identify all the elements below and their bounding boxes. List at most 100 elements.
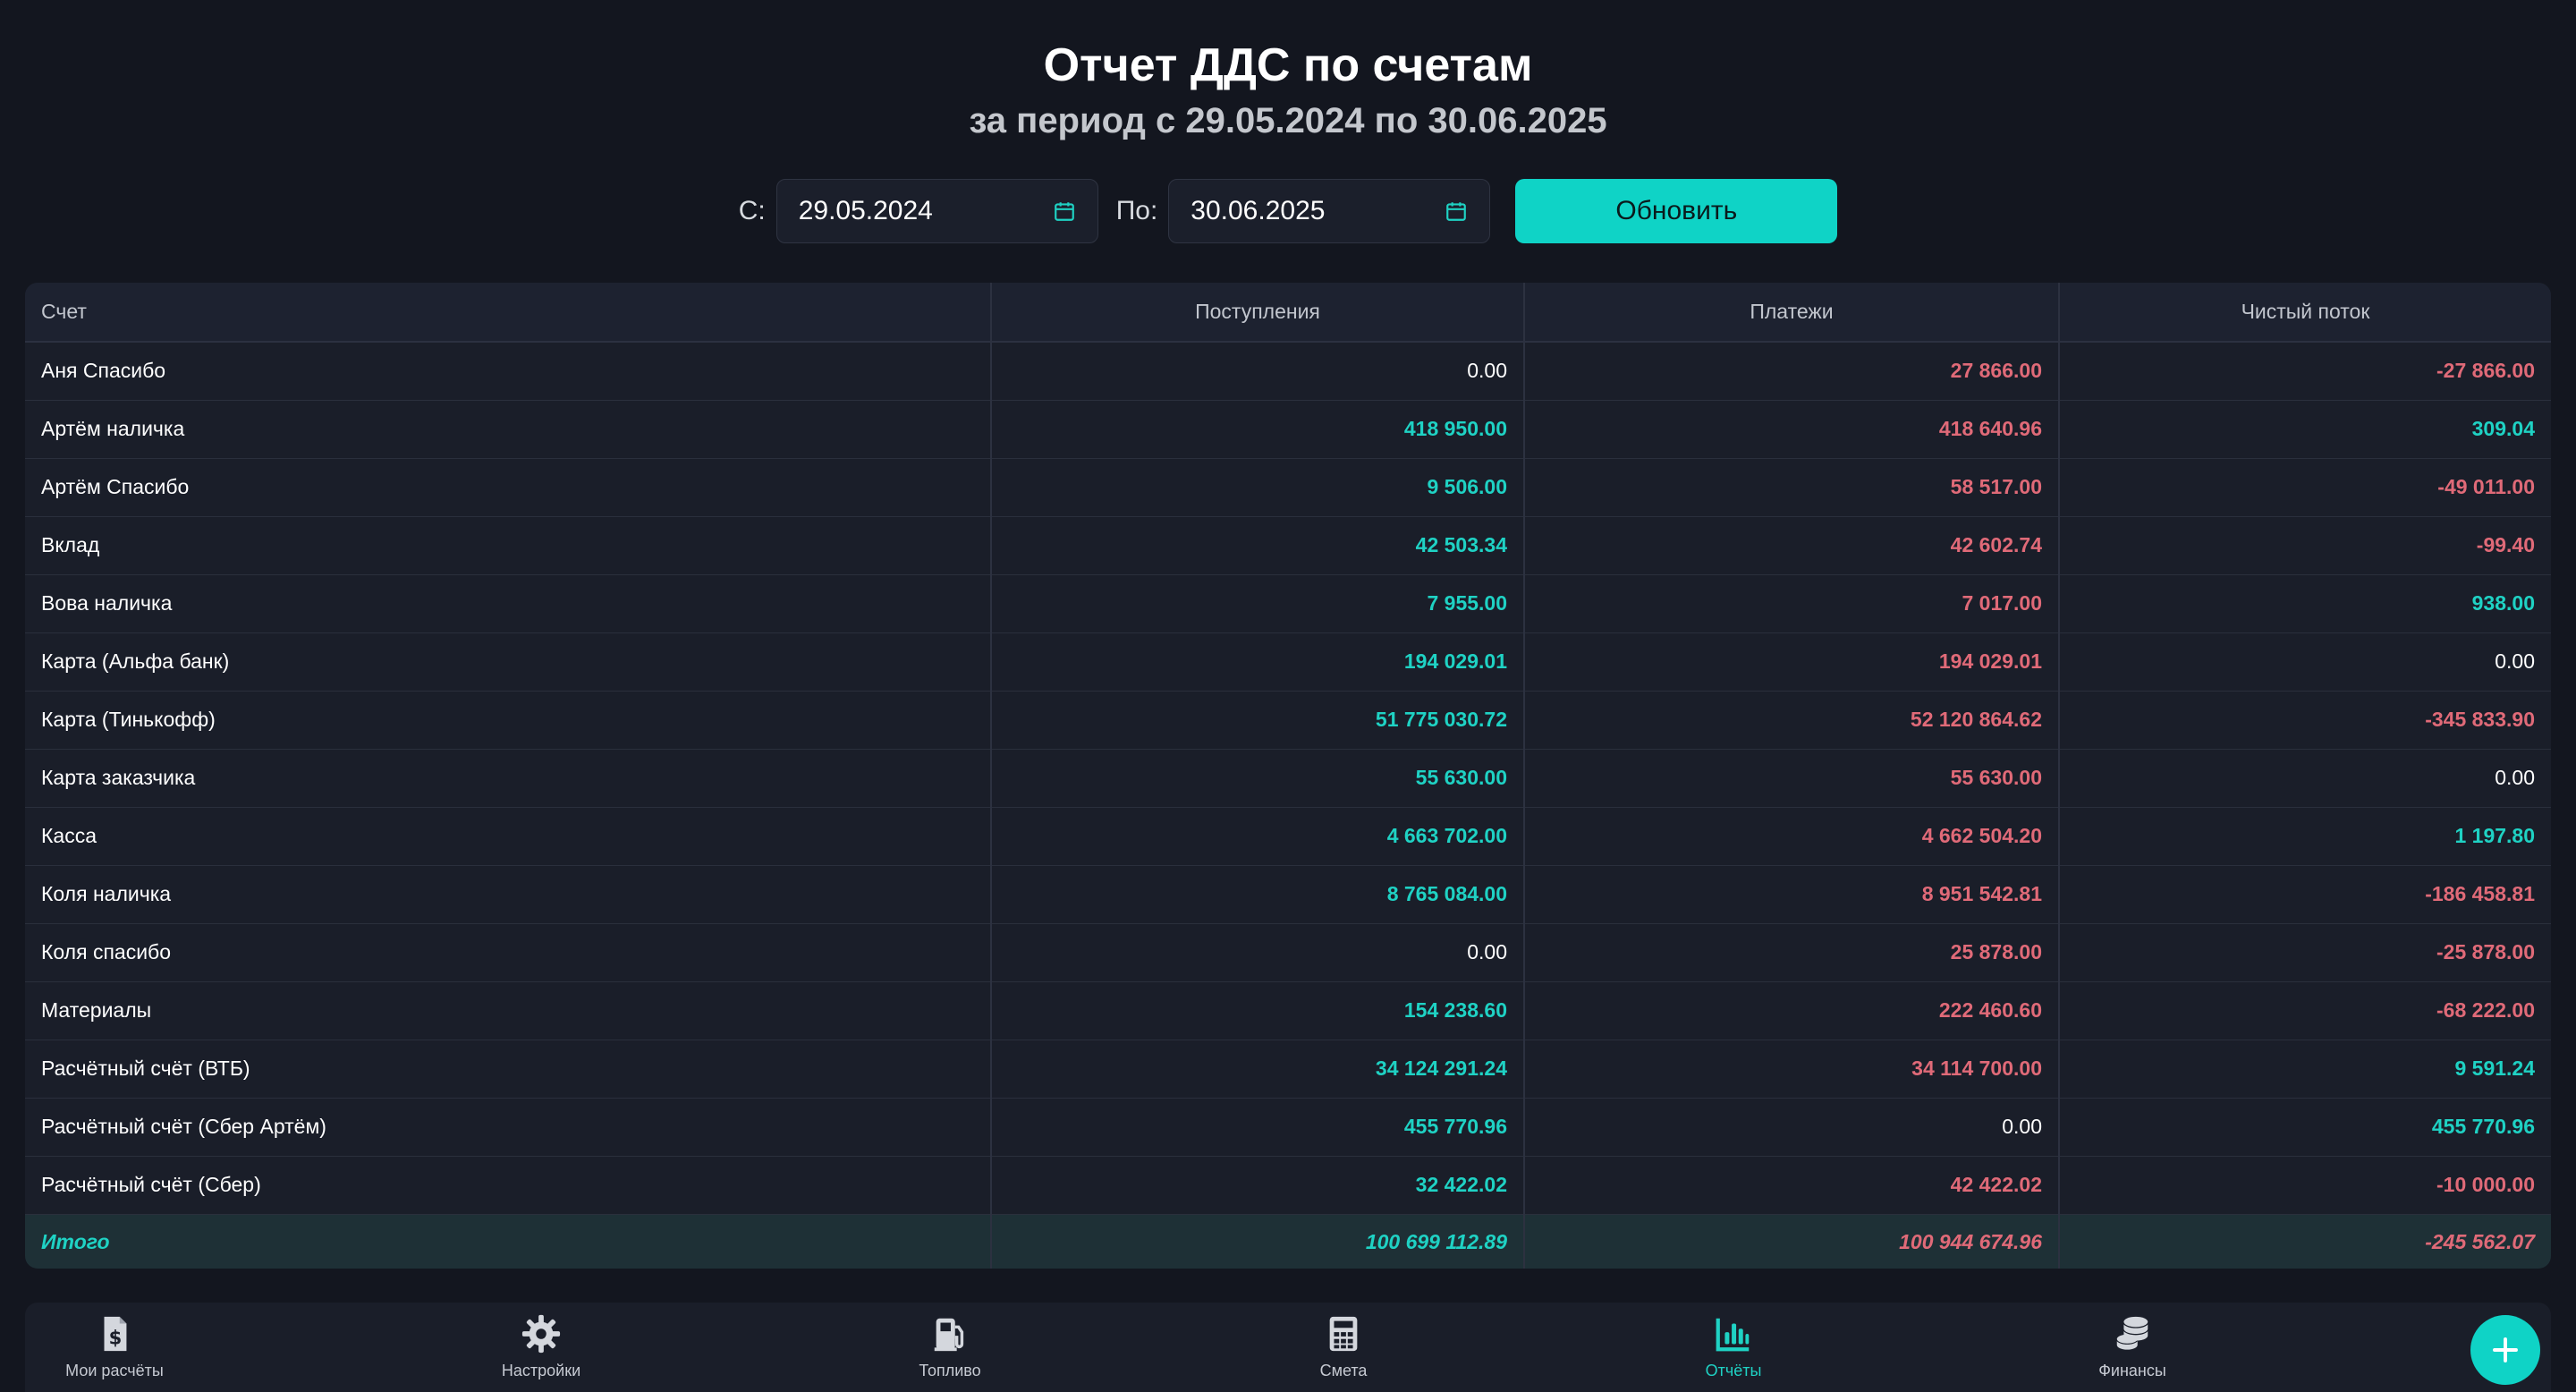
net-flow-cell: -25 878.00 [2058,923,2551,982]
payments-cell: 55 630.00 [1523,749,2059,808]
account-name-cell: Коля спасибо [25,923,991,982]
nav-label: Настройки [501,1362,581,1379]
payments-cell: 194 029.01 [1523,632,2059,692]
to-date-input[interactable] [1191,196,1424,226]
refresh-button[interactable]: Обновить [1515,179,1838,243]
payments-cell: 100 944 674.96 [1523,1214,2059,1269]
nav-item-settings[interactable]: Настройки [452,1313,631,1388]
account-name-cell: Вклад [25,516,991,575]
nav-item-fuel[interactable]: Топливо [860,1313,1039,1388]
net-flow-cell: -10 000.00 [2058,1156,2551,1215]
payments-cell: 25 878.00 [1523,923,2059,982]
from-label: С: [738,196,766,225]
page-subtitle: за период с 29.05.2024 по 30.06.2025 [969,101,1607,140]
nav-item-my-calculations[interactable]: $ Мои расчёты [25,1313,204,1388]
table-row: Карта заказчика 55 630.00 55 630.00 0.00 [25,749,2551,808]
nav-item-estimate[interactable]: Смета [1254,1313,1433,1388]
net-flow-cell: -186 458.81 [2058,865,2551,924]
nav-label: Топливо [919,1362,981,1379]
account-name-cell: Коля наличка [25,865,991,924]
to-label: По: [1115,196,1158,225]
account-name-cell: Карта (Альфа банк) [25,632,991,692]
net-flow-cell: -99.40 [2058,516,2551,575]
table-row: Расчётный счёт (Сбер Артём) 455 770.96 0.0… [25,1098,2551,1157]
payments-cell: 42 422.02 [1523,1156,2059,1215]
column-header-account[interactable]: Счет [25,283,991,343]
account-name-cell: Итого [25,1214,991,1269]
account-name-cell: Расчётный счёт (Сбер Артём) [25,1098,991,1157]
to-date-field[interactable] [1168,179,1491,243]
payments-cell: 0.00 [1523,1098,2059,1157]
column-header-income[interactable]: Поступления [990,283,1524,343]
payments-cell: 27 866.00 [1523,342,2059,401]
table-row: Артём наличка 418 950.00 418 640.96 309.04 [25,400,2551,459]
net-flow-cell: -245 562.07 [2058,1214,2551,1269]
table-row: Вклад 42 503.34 42 602.74 -99.40 [25,516,2551,575]
bottom-navigation: $ Мои расчёты Настройки Топливо Смета От… [25,1303,2551,1392]
income-cell: 51 775 030.72 [990,691,1524,750]
income-cell: 0.00 [990,342,1524,401]
calendar-icon[interactable] [1445,199,1468,223]
table-row: Коля наличка 8 765 084.00 8 951 542.81 -186… [25,865,2551,924]
plus-icon [2493,1337,2518,1362]
account-name-cell: Материалы [25,981,991,1040]
from-date-field[interactable] [775,179,1098,243]
table-row: Коля спасибо 0.00 25 878.00 -25 878.00 [25,923,2551,982]
net-flow-cell: 9 591.24 [2058,1040,2551,1099]
calculator-icon [1329,1316,1358,1352]
report-table-container: Счет Поступления Платежи Чистый поток Ан… [25,283,2551,1269]
nav-label: Отчёты [1705,1362,1762,1379]
net-flow-cell: 938.00 [2058,574,2551,633]
table-header-row: Счет Поступления Платежи Чистый поток [25,283,2551,343]
table-row: Расчётный счёт (Сбер) 32 422.02 42 422.02-… [25,1156,2551,1215]
account-name-cell: Карта заказчика [25,749,991,808]
nav-item-reports[interactable]: Отчёты [1644,1313,1823,1388]
table-row: Карта (Тинькофф) 51 775 030.72 52 120 864.… [25,691,2551,750]
table-row: Расчётный счёт (ВТБ) 34 124 291.24 34 114 … [25,1040,2551,1099]
income-cell: 418 950.00 [990,400,1524,459]
table-row: Вова наличка 7 955.00 7 017.00 938.00 [25,574,2551,633]
net-flow-cell: 0.00 [2058,749,2551,808]
table-row: Артём Спасибо 9 506.00 58 517.00 -49 011.00 [25,458,2551,517]
income-cell: 9 506.00 [990,458,1524,517]
payments-cell: 34 114 700.00 [1523,1040,2059,1099]
net-flow-cell: 1 197.80 [2058,807,2551,866]
bar-chart-icon [1716,1318,1750,1352]
fuel-pump-icon [934,1318,964,1352]
payments-cell: 7 017.00 [1523,574,2059,633]
date-filters: С: По: Обновить [0,179,2576,243]
from-date-input[interactable] [798,196,1031,226]
income-cell: 154 238.60 [990,981,1524,1040]
income-cell: 7 955.00 [990,574,1524,633]
calendar-icon[interactable] [1053,199,1076,223]
net-flow-cell: 309.04 [2058,400,2551,459]
income-cell: 0.00 [990,923,1524,982]
income-cell: 55 630.00 [990,749,1524,808]
net-flow-cell: -27 866.00 [2058,342,2551,401]
net-flow-cell: -345 833.90 [2058,691,2551,750]
payments-cell: 222 460.60 [1523,981,2059,1040]
table-total-row: Итого 100 699 112.89 100 944 674.96 -245 56… [25,1214,2551,1269]
account-name-cell: Вова наличка [25,574,991,633]
nav-item-finance[interactable]: Финансы [2043,1313,2222,1388]
column-header-net[interactable]: Чистый поток [2058,283,2551,343]
table-row: Касса 4 663 702.00 4 662 504.20 1 197.80 [25,807,2551,866]
payments-cell: 58 517.00 [1523,458,2059,517]
add-button[interactable] [2470,1315,2540,1385]
account-name-cell: Касса [25,807,991,866]
payments-cell: 4 662 504.20 [1523,807,2059,866]
net-flow-cell: 455 770.96 [2058,1098,2551,1157]
account-name-cell: Расчётный счёт (ВТБ) [25,1040,991,1099]
income-cell: 32 422.02 [990,1156,1524,1215]
nav-label: Смета [1319,1362,1368,1379]
account-name-cell: Артём Спасибо [25,458,991,517]
net-flow-cell: -49 011.00 [2058,458,2551,517]
page-title: Отчет ДДС по счетам [1043,39,1533,91]
payments-cell: 52 120 864.62 [1523,691,2059,750]
column-header-payments[interactable]: Платежи [1523,283,2059,343]
nav-label: Финансы [2098,1362,2166,1379]
table-body: Аня Спасибо 0.00 27 866.00 -27 866.00 Артём … [25,342,2551,1269]
account-name-cell: Карта (Тинькофф) [25,691,991,750]
income-cell: 100 699 112.89 [990,1214,1524,1269]
coins-icon [2116,1316,2148,1350]
